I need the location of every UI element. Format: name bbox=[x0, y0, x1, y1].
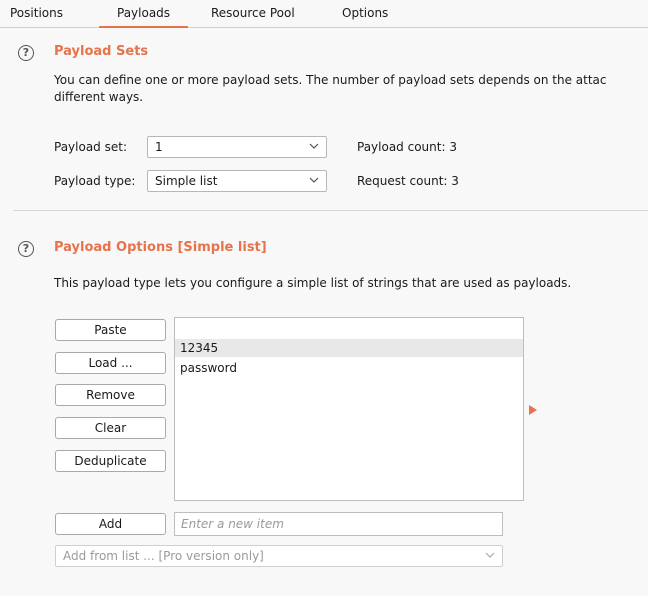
add-from-list-value: Add from list ... [Pro version only] bbox=[63, 549, 264, 563]
chevron-down-icon bbox=[485, 552, 495, 558]
tab-bar: Positions Payloads Resource Pool Options bbox=[0, 0, 648, 28]
payload-count: Payload count: 3 bbox=[357, 140, 457, 154]
payload-list[interactable]: 12345 password bbox=[174, 317, 524, 501]
payload-sets-description-line2: different ways. bbox=[54, 90, 144, 104]
add-button[interactable]: Add bbox=[55, 513, 166, 535]
payload-options-title: Payload Options [Simple list] bbox=[54, 240, 267, 255]
list-item[interactable]: 12345 bbox=[175, 339, 523, 357]
list-item[interactable]: password bbox=[175, 359, 523, 377]
section-divider bbox=[13, 210, 648, 211]
payload-type-label: Payload type: bbox=[54, 174, 136, 188]
payload-options-description: This payload type lets you configure a s… bbox=[54, 276, 572, 290]
paste-button[interactable]: Paste bbox=[55, 319, 166, 341]
chevron-down-icon bbox=[309, 177, 319, 183]
remove-button[interactable]: Remove bbox=[55, 384, 166, 406]
tab-positions[interactable]: Positions bbox=[10, 5, 63, 28]
tab-options[interactable]: Options bbox=[342, 5, 388, 28]
help-icon[interactable]: ? bbox=[18, 45, 34, 61]
payload-sets-description-line1: You can define one or more payload sets.… bbox=[54, 73, 607, 87]
payload-set-label: Payload set: bbox=[54, 140, 127, 154]
tab-payloads[interactable]: Payloads bbox=[99, 5, 189, 28]
chevron-down-icon bbox=[309, 143, 319, 149]
payload-set-select[interactable]: 1 bbox=[147, 136, 327, 158]
payload-sets-title: Payload Sets bbox=[54, 44, 149, 59]
add-from-list-select: Add from list ... [Pro version only] bbox=[55, 545, 503, 567]
expand-arrow-icon[interactable] bbox=[529, 405, 537, 415]
deduplicate-button[interactable]: Deduplicate bbox=[55, 450, 166, 472]
payload-set-value: 1 bbox=[155, 140, 163, 154]
new-item-input[interactable] bbox=[174, 512, 503, 536]
payload-type-value: Simple list bbox=[155, 174, 218, 188]
request-count: Request count: 3 bbox=[357, 174, 459, 188]
load-button[interactable]: Load ... bbox=[55, 352, 166, 374]
payload-type-select[interactable]: Simple list bbox=[147, 170, 327, 192]
clear-button[interactable]: Clear bbox=[55, 417, 166, 439]
help-icon[interactable]: ? bbox=[18, 241, 34, 257]
tab-resource-pool[interactable]: Resource Pool bbox=[211, 5, 295, 28]
